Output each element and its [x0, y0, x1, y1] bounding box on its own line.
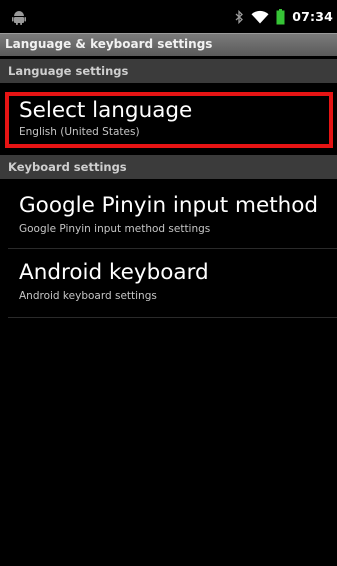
section-header-keyboard: Keyboard settings — [0, 155, 337, 179]
status-bar: 07:34 — [0, 0, 337, 33]
title-bar: Language & keyboard settings — [0, 33, 337, 56]
section-header-label: Keyboard settings — [8, 160, 127, 174]
android-icon — [12, 11, 26, 25]
battery-icon — [276, 8, 285, 24]
bluetooth-icon — [235, 9, 244, 24]
section-header-language: Language settings — [0, 59, 337, 83]
item-subtitle: Google Pinyin input method settings — [19, 223, 211, 235]
google-pinyin-item[interactable]: Google Pinyin input method Google Pinyin… — [0, 180, 337, 248]
item-subtitle: English (United States) — [19, 126, 140, 138]
item-subtitle: Android keyboard settings — [19, 290, 157, 302]
section-header-label: Language settings — [8, 64, 129, 78]
wifi-icon — [251, 10, 269, 23]
divider — [8, 317, 337, 318]
page-title: Language & keyboard settings — [5, 37, 213, 51]
item-title: Select language — [19, 98, 193, 123]
status-icons: 07:34 — [235, 0, 333, 33]
item-title: Android keyboard — [19, 260, 209, 285]
select-language-item[interactable]: Select language English (United States) — [0, 88, 337, 152]
item-title: Google Pinyin input method — [19, 193, 319, 218]
android-keyboard-item[interactable]: Android keyboard Android keyboard settin… — [0, 249, 337, 317]
clock: 07:34 — [292, 9, 333, 24]
